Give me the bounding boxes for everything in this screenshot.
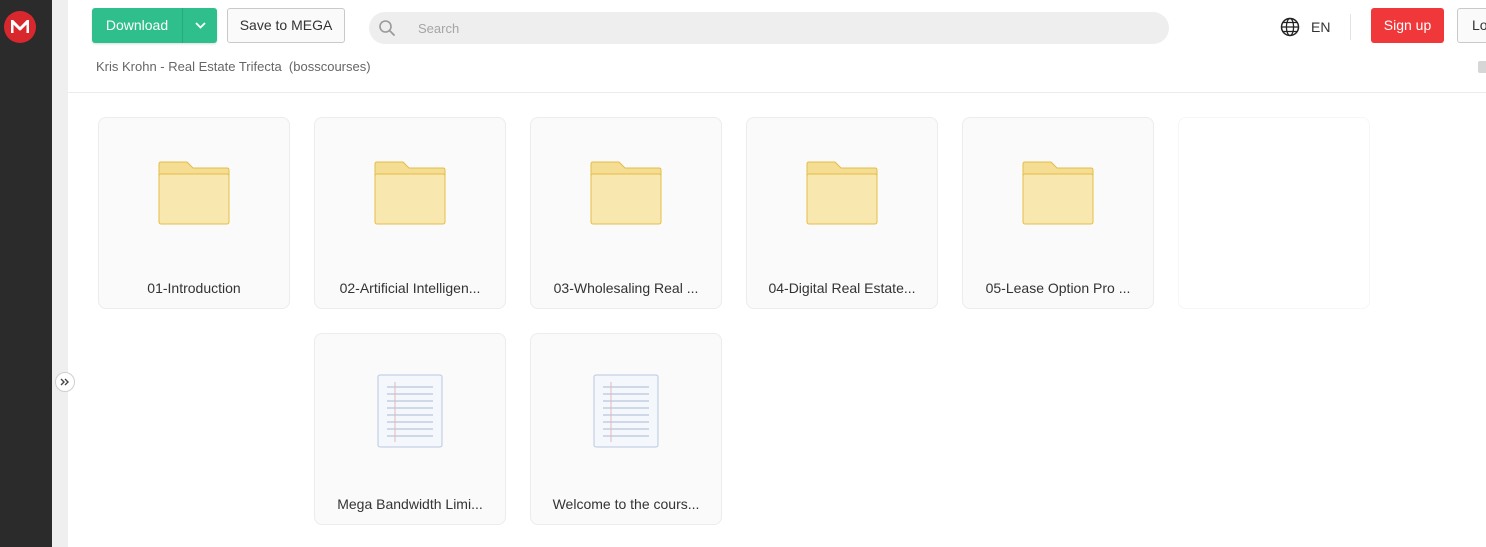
mega-logo-icon[interactable] xyxy=(4,11,36,43)
folder-icon xyxy=(99,160,289,226)
item-name: Welcome to the cours... xyxy=(552,496,700,512)
document-tile[interactable]: Mega Bandwidth Limi... xyxy=(314,333,506,525)
header-divider xyxy=(1350,14,1351,40)
sign-up-button[interactable]: Sign up xyxy=(1371,8,1444,43)
search-bar xyxy=(369,12,1169,44)
item-name: 01-Introduction xyxy=(147,280,241,296)
view-mode-icon[interactable] xyxy=(1478,61,1486,73)
left-rail xyxy=(0,0,52,547)
folder-icon xyxy=(747,160,937,226)
item-name: Mega Bandwidth Limi... xyxy=(337,496,483,512)
item-name: 02-Artificial Intelligen... xyxy=(339,280,481,296)
language-label: EN xyxy=(1311,19,1331,35)
folder-tile[interactable]: 03-Wholesaling Real ... xyxy=(530,117,722,309)
search-icon xyxy=(379,20,395,36)
expand-sidebar-button[interactable] xyxy=(55,372,75,392)
folder-tile[interactable]: 05-Lease Option Pro ... xyxy=(962,117,1154,309)
globe-icon xyxy=(1280,17,1300,37)
double-chevron-right-icon xyxy=(60,378,69,386)
item-name: 03-Wholesaling Real ... xyxy=(553,280,699,296)
breadcrumb: Kris Krohn - Real Estate Trifecta (bossc… xyxy=(96,59,371,74)
download-options-button[interactable] xyxy=(182,8,217,43)
chevron-down-icon xyxy=(194,22,206,29)
item-name: 04-Digital Real Estate... xyxy=(768,280,916,296)
folder-icon xyxy=(963,160,1153,226)
rail-gutter xyxy=(52,0,68,547)
save-to-mega-button[interactable]: Save to MEGA xyxy=(227,8,345,43)
login-button[interactable]: Lo xyxy=(1457,8,1486,43)
folder-icon xyxy=(315,160,505,226)
search-input[interactable] xyxy=(416,19,1120,37)
breadcrumb-owner: (bosscourses) xyxy=(288,59,371,74)
loading-tile-placeholder xyxy=(1178,117,1370,309)
download-button-group: Download xyxy=(92,8,217,43)
folder-tile[interactable]: 01-Introduction xyxy=(98,117,290,309)
document-icon xyxy=(315,374,505,448)
language-selector[interactable]: EN xyxy=(1280,16,1330,38)
folder-tile[interactable]: 04-Digital Real Estate... xyxy=(746,117,938,309)
header: Download Save to MEGA EN Sign u xyxy=(68,0,1486,93)
document-tile[interactable]: Welcome to the cours... xyxy=(530,333,722,525)
folder-icon xyxy=(531,160,721,226)
folder-tile[interactable]: 02-Artificial Intelligen... xyxy=(314,117,506,309)
breadcrumb-folder: Kris Krohn - Real Estate Trifecta xyxy=(96,59,282,74)
document-icon xyxy=(531,374,721,448)
download-button[interactable]: Download xyxy=(92,8,182,43)
item-name: 05-Lease Option Pro ... xyxy=(985,280,1131,296)
mega-folder-view: Download Save to MEGA EN Sign u xyxy=(0,0,1486,547)
